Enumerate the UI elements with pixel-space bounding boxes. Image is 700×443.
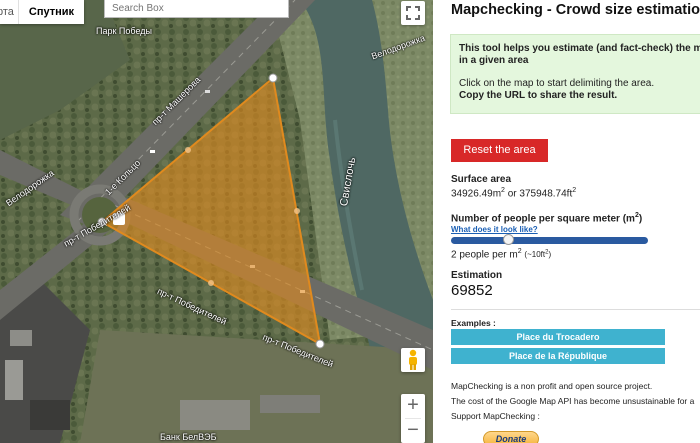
reset-area-button[interactable]: Reset the area	[451, 139, 548, 162]
map-type-satellite-button[interactable]: Спутник	[17, 0, 85, 24]
zoom-out-button[interactable]: −	[401, 419, 425, 443]
footer-line-3: Support MapChecking :	[451, 411, 540, 421]
density-value: 2 people per m2 (~10ft2)	[451, 248, 551, 260]
density-approx: (~10ft2)	[524, 250, 552, 260]
footer-line-1: MapChecking is a non profit and open sou…	[451, 381, 653, 391]
polygon-vertex-handle	[268, 73, 278, 83]
street-view-button[interactable]	[401, 348, 425, 372]
info-box: This tool helps you estimate (and fact-c…	[450, 34, 700, 114]
surface-m: 34926.49m	[451, 188, 502, 200]
map-type-map-button[interactable]: рта	[0, 0, 18, 24]
density-slider-thumb[interactable]	[503, 234, 515, 245]
info-line-2: Click on the map to start delimiting the…	[459, 78, 655, 89]
estimation-value: 69852	[451, 282, 493, 299]
polygon-midpoint-handle	[294, 208, 300, 214]
side-panel: Mapchecking - Crowd size estimation This…	[433, 0, 700, 443]
surface-area-value: 34926.49m2 or 375948.74ft2	[451, 187, 576, 199]
estimation-label: Estimation	[451, 270, 503, 281]
polygon-vertex-handle	[315, 339, 325, 349]
surface-area-label: Surface area	[451, 174, 512, 185]
example-trocadero-button[interactable]: Place du Trocadero	[451, 329, 665, 345]
polygon-midpoint-handle	[185, 147, 191, 153]
fullscreen-button[interactable]	[401, 1, 425, 25]
map-type-control: рта Спутник	[0, 0, 85, 24]
pegman-icon	[409, 349, 417, 370]
zoom-in-button[interactable]: +	[401, 394, 425, 418]
surface-sep: or	[504, 188, 520, 200]
density-approx-text: (~10ft	[524, 250, 546, 260]
fullscreen-icon	[406, 6, 420, 20]
info-line-1: This tool helps you estimate (and fact-c…	[459, 43, 700, 67]
polygon-midpoint-handle	[208, 280, 214, 286]
surface-ft: 375948.74ft	[519, 188, 573, 200]
satellite-imagery	[0, 0, 433, 443]
page-title: Mapchecking - Crowd size estimation	[451, 2, 700, 18]
examples-label: Examples :	[451, 318, 496, 328]
example-republique-button[interactable]: Place de la République	[451, 348, 665, 364]
map-view[interactable]: Парк Победы пр-т Машерова 1-е Кольцо Вел…	[0, 0, 433, 443]
footer-line-2: The cost of the Google Map API has becom…	[451, 396, 695, 406]
info-line-1b: in a given area	[459, 55, 529, 66]
divider	[451, 309, 700, 310]
density-value-sup: 2	[517, 248, 522, 255]
zoom-control: + −	[401, 394, 425, 443]
polygon-vertex-handle	[97, 217, 107, 227]
density-label: Number of people per square meter (m2)	[451, 212, 642, 224]
density-label-end: )	[638, 213, 643, 225]
density-label-text: Number of people per square meter (m	[451, 213, 635, 225]
surface-ft-sup: 2	[572, 187, 577, 194]
density-approx-end: )	[548, 250, 552, 260]
density-slider[interactable]	[451, 234, 648, 245]
info-line-3: Copy the URL to share the result.	[459, 90, 618, 101]
donate-button[interactable]: Donate	[483, 431, 539, 443]
density-value-text: 2 people per m	[451, 249, 518, 261]
what-does-it-look-like-link[interactable]: What does it look like?	[451, 225, 538, 234]
search-input[interactable]	[104, 0, 289, 18]
info-line-1a: This tool helps you estimate (and fact-c…	[459, 43, 700, 54]
